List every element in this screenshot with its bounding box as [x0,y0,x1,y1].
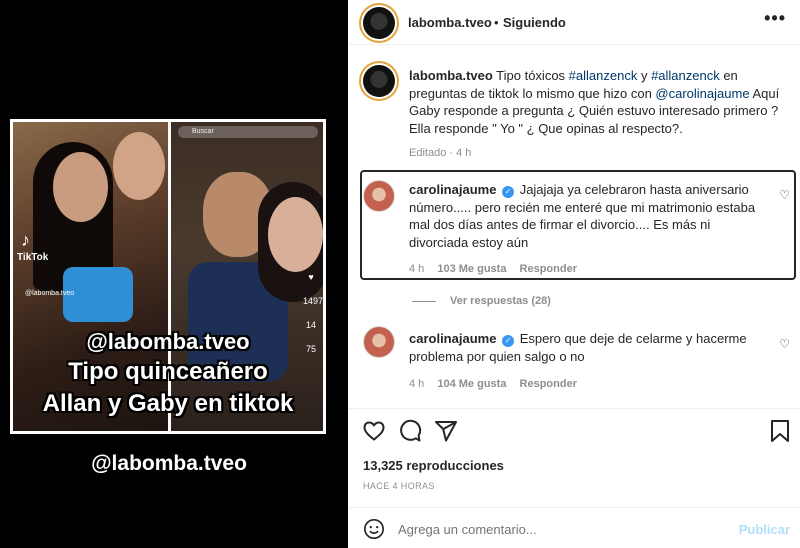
comment-meta: 4 h 103 Me gusta Responder [409,263,587,275]
comment-time: 4 h [409,263,425,275]
like-count: 1497 [303,296,324,306]
comment-likes[interactable]: 104 Me gusta [437,378,506,390]
avatar[interactable] [363,7,395,39]
header-username[interactable]: labomba.tveo [408,15,492,30]
media-watermark: @labomba.tveo [91,452,247,475]
share-send-icon[interactable] [434,419,458,443]
video-search-bar: Buscar [178,126,318,138]
photo-shape [113,132,165,200]
comment-time: 4 h [409,378,425,390]
hashtag-link[interactable]: #allanzenck [651,68,720,83]
comment-text: carolinajaume ✓ Jajajaja ya celebraron h… [409,181,769,251]
tiktok-logo-icon: ♪ [21,230,30,250]
publish-button[interactable]: Publicar [739,522,790,537]
reply-button[interactable]: Responder [520,263,577,275]
view-replies-button[interactable]: Ver respuestas (28) [412,295,551,307]
tiktok-handle: @labomba.tveo [25,290,75,297]
view-count[interactable]: 13,325 reproducciones [363,458,504,473]
photo-shape [268,197,323,272]
like-heart-icon[interactable] [362,419,386,443]
comment-username[interactable]: carolinajaume [409,331,496,346]
comment-text: carolinajaume ✓ Espero que deje de celar… [409,330,769,365]
verified-badge-icon: ✓ [502,335,515,347]
verified-badge-icon: ✓ [502,186,515,198]
header-separator: • [494,15,499,30]
view-replies-label: Ver respuestas (28) [450,295,551,307]
avatar[interactable] [363,180,395,212]
overlay-line-2: Tipo quinceañero [68,358,268,385]
like-comment-heart-icon[interactable]: ♡ [779,337,790,351]
post-timestamp[interactable]: HACE 4 HORAS [363,481,435,491]
replies-line [412,300,436,302]
comment-bubble-icon[interactable] [398,419,422,443]
video-frame[interactable]: ♪ TikTok @labomba.tveo Buscar ♥ 1497 14 … [10,119,326,434]
save-bookmark-icon[interactable] [770,419,790,443]
overlay-line-3: Allan y Gaby en tiktok [42,390,294,417]
photo-shape [53,152,108,222]
comment-meta: 4 h 104 Me gusta Responder [409,378,587,390]
comment-username[interactable]: carolinajaume [409,182,496,197]
avatar[interactable] [363,65,395,97]
add-comment-input[interactable] [398,522,698,537]
caption-text-2: y [637,68,652,83]
post-header: labomba.tveo • Siguiendo ••• [348,0,800,45]
comment-likes[interactable]: 103 Me gusta [437,263,506,275]
more-options-icon[interactable]: ••• [764,8,786,29]
overlay-handle: @labomba.tveo [86,329,250,354]
like-comment-heart-icon[interactable]: ♡ [779,188,790,202]
caption-text-1: Tipo tóxicos [492,68,569,83]
add-comment-row: Publicar [348,507,800,548]
mention-link[interactable]: @carolinajaume [655,86,749,101]
post-details-panel: labomba.tveo • Siguiendo ••• labomba.tve… [348,0,800,548]
caption-meta: Editado · 4 h [409,147,472,159]
reply-button[interactable]: Responder [520,378,577,390]
heart-icon: ♥ [308,272,314,282]
tiktok-label: TikTok [17,252,49,263]
caption-username[interactable]: labomba.tveo [409,68,493,83]
caption-text: labomba.tveo Tipo tóxicos #allanzenck y … [409,67,784,137]
following-button[interactable]: Siguiendo [503,15,566,30]
post-actions [348,408,800,448]
avatar[interactable] [363,326,395,358]
hashtag-link[interactable]: #allanzenck [569,68,638,83]
emoji-icon[interactable] [363,518,385,540]
post-media[interactable]: ♪ TikTok @labomba.tveo Buscar ♥ 1497 14 … [0,0,348,548]
